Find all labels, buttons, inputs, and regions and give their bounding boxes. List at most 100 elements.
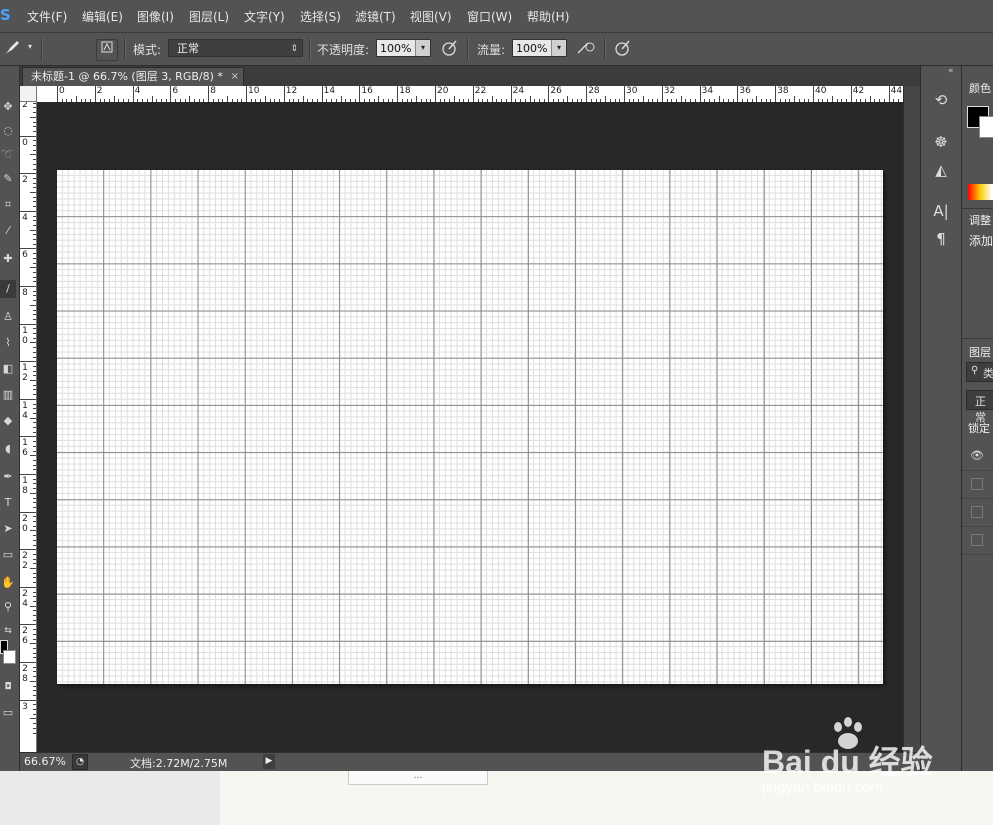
ruler-v-label: 18 <box>22 476 28 496</box>
adjustments-panel-title[interactable]: 调整 <box>969 212 991 228</box>
zoom-tool-icon[interactable]: ⚲ <box>0 598 16 616</box>
ruler-tick <box>30 417 36 419</box>
ruler-tick <box>33 239 36 240</box>
type-tool-icon[interactable]: T <box>0 494 16 512</box>
layer-filter-field[interactable]: ⚲ 类 <box>966 362 993 382</box>
close-icon[interactable]: × <box>231 68 239 86</box>
flow-input[interactable]: 100% ▾ <box>512 39 567 57</box>
eyedropper-tool-icon[interactable]: ⁄ <box>0 222 16 240</box>
chevron-down-icon[interactable]: ▾ <box>415 40 430 56</box>
panel-background-swatch[interactable] <box>979 116 993 138</box>
marquee-tool-icon[interactable]: ◌ <box>0 122 16 140</box>
color-panel-title[interactable]: 颜色 <box>969 80 991 96</box>
visibility-toggle-box[interactable] <box>971 478 983 490</box>
menu-file[interactable]: 文件(F) <box>27 8 67 25</box>
paragraph-panel-icon[interactable]: ¶ <box>928 228 954 250</box>
lasso-tool-icon[interactable]: ➰ <box>0 146 16 164</box>
visibility-toggle-box[interactable] <box>971 506 983 518</box>
swap-colors-icon[interactable]: ⇆ <box>0 622 16 640</box>
horizontal-ruler[interactable]: 0 2 4 6 8 10 12 14 16 18 20 22 24 26 28 30 32 34 36 38 40 42 4… <box>37 86 903 103</box>
menu-select[interactable]: 选择(S) <box>300 8 341 25</box>
ruler-tick <box>33 506 36 508</box>
ruler-v-label: 20 <box>22 513 28 534</box>
eraser-tool-icon[interactable]: ◧ <box>0 360 16 378</box>
layers-panel-title[interactable]: 图层 <box>969 344 991 360</box>
color-spectrum-bar[interactable] <box>968 184 993 200</box>
ruler-h-label: 0 <box>59 86 65 96</box>
pressure-opacity-icon[interactable] <box>440 39 460 59</box>
document-canvas[interactable] <box>57 170 883 684</box>
menu-image[interactable]: 图像(I) <box>137 8 174 25</box>
collapse-panels-icon[interactable]: « <box>948 66 954 76</box>
brush-tool-icon[interactable]: / <box>0 280 16 298</box>
shape-tool-icon[interactable]: ▭ <box>0 546 16 564</box>
brush-panel-toggle-icon[interactable] <box>96 39 118 61</box>
menu-help[interactable]: 帮助(H) <box>527 8 569 25</box>
flow-label: 流量: <box>477 43 506 57</box>
menu-edit[interactable]: 编辑(E) <box>82 8 123 25</box>
ruler-tick <box>30 643 36 645</box>
document-size-info: 文档:2.72M/2.75M <box>130 757 228 770</box>
ruler-tick <box>33 464 36 466</box>
quick-mask-icon[interactable]: ◘ <box>0 678 16 696</box>
ruler-h-label: 6 <box>172 86 179 96</box>
dodge-tool-icon[interactable]: ◖ <box>0 440 16 458</box>
visibility-toggle-box[interactable] <box>971 534 983 546</box>
layer-blend-mode-select[interactable]: 正常 <box>966 390 993 424</box>
page-tab-link[interactable]: … <box>348 771 488 785</box>
hand-tool-icon[interactable]: ✋ <box>0 574 16 592</box>
vertical-ruler[interactable]: 202468101214161820222426283 <box>20 102 37 752</box>
visibility-eye-icon[interactable]: 👁 <box>970 449 984 462</box>
menu-view[interactable]: 视图(V) <box>410 8 452 25</box>
layer-row[interactable] <box>962 499 993 527</box>
ruler-tick <box>30 380 36 381</box>
airbrush-icon[interactable] <box>576 39 596 59</box>
brush-tool-preset-icon[interactable] <box>2 39 22 59</box>
background-color-swatch[interactable] <box>3 650 16 664</box>
pressure-size-icon[interactable] <box>613 39 633 59</box>
blur-tool-icon[interactable]: ◆ <box>0 412 16 430</box>
layer-row[interactable]: 👁 <box>962 443 993 471</box>
opacity-input[interactable]: 100% ▾ <box>376 39 431 57</box>
clone-stamp-tool-icon[interactable]: ♙ <box>0 308 16 326</box>
quick-select-tool-icon[interactable]: ✎ <box>0 170 16 188</box>
ruler-origin[interactable] <box>20 86 37 102</box>
history-panel-icon[interactable]: ⟲ <box>928 89 954 111</box>
zoom-level[interactable]: 66.67% <box>24 755 66 768</box>
history-brush-tool-icon[interactable]: ⌇ <box>0 334 16 352</box>
ruler-tick <box>33 112 36 114</box>
histogram-panel-icon[interactable]: ◭ <box>928 159 954 181</box>
ruler-tick <box>33 521 36 522</box>
ruler-tick <box>33 328 36 330</box>
ruler-tick <box>33 704 36 706</box>
layer-row[interactable] <box>962 527 993 555</box>
menu-window[interactable]: 窗口(W) <box>467 8 512 25</box>
path-select-tool-icon[interactable]: ➤ <box>0 520 16 538</box>
healing-brush-tool-icon[interactable]: ✚ <box>0 250 16 268</box>
ruler-tick <box>30 154 36 156</box>
document-tab[interactable]: 未标题-1 @ 66.7% (图层 3, RGB/8) * × <box>22 67 244 86</box>
menu-type[interactable]: 文字(Y) <box>244 8 285 25</box>
screen-mode-icon[interactable]: ▭ <box>0 704 16 722</box>
character-panel-icon[interactable]: A| <box>928 200 954 222</box>
ruler-tick <box>33 220 36 222</box>
layer-row[interactable] <box>962 471 993 499</box>
menu-filter[interactable]: 滤镜(T) <box>355 8 396 25</box>
pen-tool-icon[interactable]: ✒ <box>0 468 16 486</box>
vertical-scrollbar[interactable] <box>903 86 920 752</box>
menu-layer[interactable]: 图层(L) <box>189 8 229 25</box>
status-menu-arrow-icon[interactable]: ▶ <box>263 754 275 769</box>
status-info-icon[interactable]: ◔ <box>72 754 88 770</box>
chevron-down-icon[interactable]: ▾ <box>551 40 566 56</box>
ruler-h-label: 20 <box>437 86 449 96</box>
ruler-tick <box>33 558 36 560</box>
blend-mode-select[interactable]: 正常 ⇕ <box>168 39 303 57</box>
gradient-tool-icon[interactable]: ▥ <box>0 386 16 404</box>
preset-dropdown-arrow[interactable]: ▾ <box>28 42 32 51</box>
move-tool-icon[interactable]: ✥ <box>0 98 16 116</box>
ruler-tick <box>20 511 36 513</box>
crop-tool-icon[interactable]: ⌗ <box>0 196 16 214</box>
ruler-tick <box>20 173 36 175</box>
navigator-panel-icon[interactable]: ☸ <box>928 131 954 153</box>
opacity-label: 不透明度: <box>317 43 370 57</box>
